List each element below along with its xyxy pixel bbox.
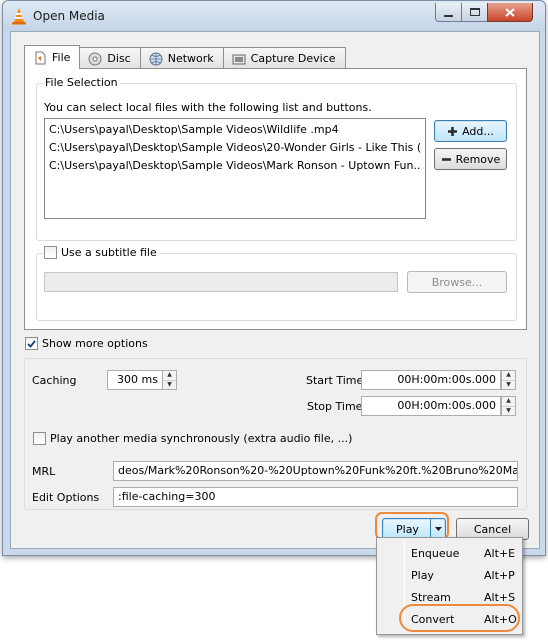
file-selection-title: File Selection bbox=[43, 76, 120, 89]
cancel-button-label: Cancel bbox=[473, 522, 512, 536]
subtitle-checkbox[interactable] bbox=[44, 246, 57, 259]
add-file-label: Add... bbox=[462, 124, 494, 138]
disc-icon bbox=[88, 52, 102, 65]
show-more-options-label: Show more options bbox=[42, 337, 148, 350]
menu-item-label: Enqueue bbox=[411, 547, 460, 560]
show-more-options-row[interactable]: Show more options bbox=[25, 337, 148, 350]
sync-media-row[interactable]: Play another media synchronously (extra … bbox=[33, 432, 352, 445]
spin-down-icon[interactable]: ▼ bbox=[163, 379, 176, 390]
close-button[interactable] bbox=[487, 3, 533, 22]
maximize-icon bbox=[469, 8, 480, 16]
caching-label: Caching bbox=[32, 374, 77, 387]
start-time-label: Start Time bbox=[306, 374, 364, 387]
window-title: Open Media bbox=[33, 9, 105, 23]
menu-item-shortcut: Alt+E bbox=[484, 547, 516, 560]
sync-media-checkbox[interactable] bbox=[33, 432, 46, 445]
menu-item-label: Play bbox=[411, 569, 434, 582]
spin-up-icon[interactable]: ▲ bbox=[502, 371, 515, 380]
file-list[interactable]: C:\Users\payal\Desktop\Sample Videos\Wil… bbox=[44, 118, 426, 219]
edit-options-label: Edit Options bbox=[32, 491, 100, 504]
sync-media-label: Play another media synchronously (extra … bbox=[50, 432, 353, 445]
tab-network-label: Network bbox=[167, 52, 214, 65]
spin-down-icon[interactable]: ▼ bbox=[502, 379, 515, 390]
checkmark-icon bbox=[27, 339, 36, 348]
play-button-highlight bbox=[375, 512, 449, 540]
maximize-button[interactable] bbox=[461, 3, 488, 22]
stop-time-spinner[interactable]: ▲ ▼ bbox=[501, 396, 516, 416]
menu-item-play[interactable]: Play Alt+P bbox=[378, 565, 521, 587]
subtitle-file-input bbox=[44, 272, 398, 292]
remove-file-label: Remove bbox=[455, 152, 501, 166]
list-item[interactable]: C:\Users\payal\Desktop\Sample Videos\20-… bbox=[49, 139, 421, 157]
file-tab-panel: File Selection You can select local file… bbox=[24, 68, 527, 330]
mrl-label: MRL bbox=[32, 465, 56, 478]
menu-item-shortcut: Alt+S bbox=[484, 591, 516, 604]
tab-capture-device-label: Capture Device bbox=[250, 52, 336, 65]
title-bar: Open Media bbox=[3, 1, 545, 31]
show-more-options-checkbox[interactable] bbox=[25, 337, 38, 350]
minimize-icon bbox=[444, 14, 453, 17]
list-item[interactable]: C:\Users\payal\Desktop\Sample Videos\Wil… bbox=[49, 121, 421, 139]
spin-down-icon[interactable]: ▼ bbox=[502, 405, 515, 416]
menu-item-shortcut: Alt+P bbox=[484, 569, 515, 582]
file-icon bbox=[35, 51, 46, 64]
minus-icon bbox=[441, 157, 451, 161]
tab-file-label: File bbox=[52, 51, 71, 64]
minimize-button[interactable] bbox=[435, 3, 462, 22]
close-icon bbox=[505, 7, 515, 17]
start-time-spinner[interactable]: ▲ ▼ bbox=[501, 370, 516, 390]
stop-time-input[interactable]: 00H:00m:00s.000 bbox=[361, 396, 501, 416]
remove-file-button[interactable]: Remove bbox=[434, 148, 507, 170]
vlc-cone-icon bbox=[12, 8, 26, 25]
caching-spinner[interactable]: ▲ ▼ bbox=[162, 370, 177, 390]
subtitle-group: Use a subtitle file Browse... bbox=[36, 246, 517, 321]
tab-capture-device[interactable]: Capture Device bbox=[222, 47, 346, 69]
stop-time-label: Stop Time bbox=[307, 400, 363, 413]
dialog-client-area: File Disc Network Capture Device File Se… bbox=[10, 31, 540, 549]
convert-item-highlight bbox=[399, 604, 520, 632]
network-icon bbox=[149, 52, 163, 65]
browse-subtitle-button: Browse... bbox=[407, 271, 507, 293]
subtitle-checkbox-row[interactable]: Use a subtitle file bbox=[43, 246, 160, 259]
caching-input[interactable]: 300 ms bbox=[107, 370, 163, 390]
mrl-input[interactable]: deos/Mark%20Ronson%20-%20Uptown%20Funk%2… bbox=[113, 461, 518, 481]
file-selection-hint: You can select local files with the foll… bbox=[44, 101, 372, 114]
file-selection-group: File Selection You can select local file… bbox=[36, 76, 517, 241]
tab-file[interactable]: File bbox=[24, 45, 81, 69]
start-time-input[interactable]: 00H:00m:00s.000 bbox=[361, 370, 501, 390]
tab-disc[interactable]: Disc bbox=[79, 47, 141, 69]
add-file-button[interactable]: Add... bbox=[434, 120, 507, 142]
tab-network[interactable]: Network bbox=[139, 47, 224, 69]
tab-disc-label: Disc bbox=[107, 52, 131, 65]
list-item[interactable]: C:\Users\payal\Desktop\Sample Videos\Mar… bbox=[49, 157, 421, 175]
plus-icon bbox=[448, 126, 458, 136]
spin-up-icon[interactable]: ▲ bbox=[163, 371, 176, 380]
subtitle-checkbox-label: Use a subtitle file bbox=[61, 246, 157, 259]
source-tabs: File Disc Network Capture Device bbox=[24, 45, 346, 69]
menu-item-label: Stream bbox=[411, 591, 451, 604]
open-media-window: Open Media File Disc Network Capture Dev… bbox=[2, 0, 546, 556]
more-options-group: Caching 300 ms ▲ ▼ Start Time 00H:00m:00… bbox=[24, 358, 527, 510]
browse-subtitle-label: Browse... bbox=[431, 275, 483, 289]
spin-up-icon[interactable]: ▲ bbox=[502, 397, 515, 406]
capture-device-icon bbox=[232, 54, 246, 64]
menu-item-enqueue[interactable]: Enqueue Alt+E bbox=[378, 543, 521, 565]
edit-options-input[interactable]: :file-caching=300 bbox=[113, 487, 518, 507]
